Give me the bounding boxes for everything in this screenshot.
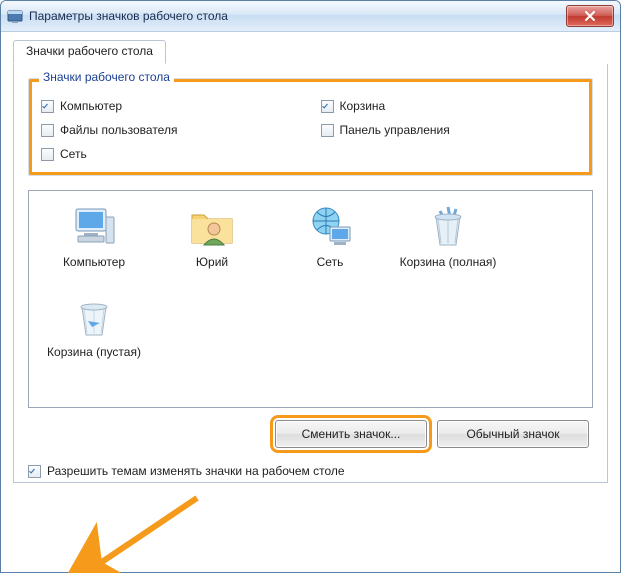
icon-item-user[interactable]: Юрий	[157, 203, 267, 285]
icon-preview-area: Компьютер Юрий	[28, 190, 593, 408]
checkbox-label: Разрешить темам изменять значки на рабоч…	[47, 464, 345, 478]
checkbox-box	[321, 100, 334, 113]
icon-item-recycle-empty[interactable]: Корзина (пустая)	[39, 293, 149, 375]
checkbox-box	[41, 124, 54, 137]
checkbox-label: Файлы пользователя	[60, 123, 177, 137]
client-area: Значки рабочего стола Значки рабочего ст…	[1, 32, 620, 572]
checkbox-label: Корзина	[340, 99, 386, 113]
checkbox-label: Компьютер	[60, 99, 122, 113]
checkbox-allow-themes[interactable]: Разрешить темам изменять значки на рабоч…	[28, 464, 593, 478]
checkbox-box	[28, 465, 41, 478]
icon-item-network[interactable]: Сеть	[275, 203, 385, 285]
group-desktop-icons: Значки рабочего стола Компьютер Корзина	[28, 78, 593, 176]
icon-caption: Компьютер	[39, 255, 149, 285]
icon-item-computer[interactable]: Компьютер	[39, 203, 149, 285]
user-folder-icon	[188, 203, 236, 251]
checkbox-computer[interactable]: Компьютер	[41, 99, 301, 113]
group-legend: Значки рабочего стола	[39, 70, 174, 84]
titlebar: Параметры значков рабочего стола	[1, 1, 620, 32]
checkbox-network[interactable]: Сеть	[41, 147, 301, 161]
checkbox-box	[321, 124, 334, 137]
checkbox-recycle[interactable]: Корзина	[321, 99, 581, 113]
default-icon-button[interactable]: Обычный значок	[437, 420, 589, 448]
tab-desktop-icons[interactable]: Значки рабочего стола	[13, 40, 166, 64]
icon-item-recycle-full[interactable]: Корзина (полная)	[393, 203, 503, 285]
tab-strip: Значки рабочего стола	[13, 40, 608, 65]
checkbox-box	[41, 100, 54, 113]
icon-caption: Корзина (полная)	[393, 255, 503, 285]
checkbox-controlpanel[interactable]: Панель управления	[321, 123, 581, 137]
window-title: Параметры значков рабочего стола	[29, 9, 566, 23]
checkbox-box	[41, 148, 54, 161]
dialog-window: Параметры значков рабочего стола Значки …	[0, 0, 621, 573]
recycle-bin-full-icon	[424, 203, 472, 251]
checkbox-userfiles[interactable]: Файлы пользователя	[41, 123, 301, 137]
recycle-bin-empty-icon	[70, 293, 118, 341]
tab-label: Значки рабочего стола	[26, 44, 153, 58]
computer-icon	[70, 203, 118, 251]
button-label: Обычный значок	[466, 427, 559, 441]
close-button[interactable]	[566, 5, 614, 27]
icon-caption: Сеть	[275, 255, 385, 285]
icon-caption: Корзина (пустая)	[39, 345, 149, 375]
icon-row: Компьютер Юрий	[39, 203, 582, 375]
checkbox-grid: Компьютер Корзина Файлы пользователя	[41, 99, 580, 161]
button-label: Сменить значок...	[302, 427, 401, 441]
change-icon-button[interactable]: Сменить значок...	[275, 420, 427, 448]
network-icon	[306, 203, 354, 251]
tab-panel: Значки рабочего стола Компьютер Корзина	[13, 64, 608, 483]
icon-caption: Юрий	[157, 255, 267, 285]
window-icon	[7, 8, 23, 24]
checkbox-label: Сеть	[60, 147, 87, 161]
button-row: Сменить значок... Обычный значок	[28, 420, 593, 448]
annotation-arrow-icon	[67, 492, 207, 573]
checkbox-label: Панель управления	[340, 123, 450, 137]
